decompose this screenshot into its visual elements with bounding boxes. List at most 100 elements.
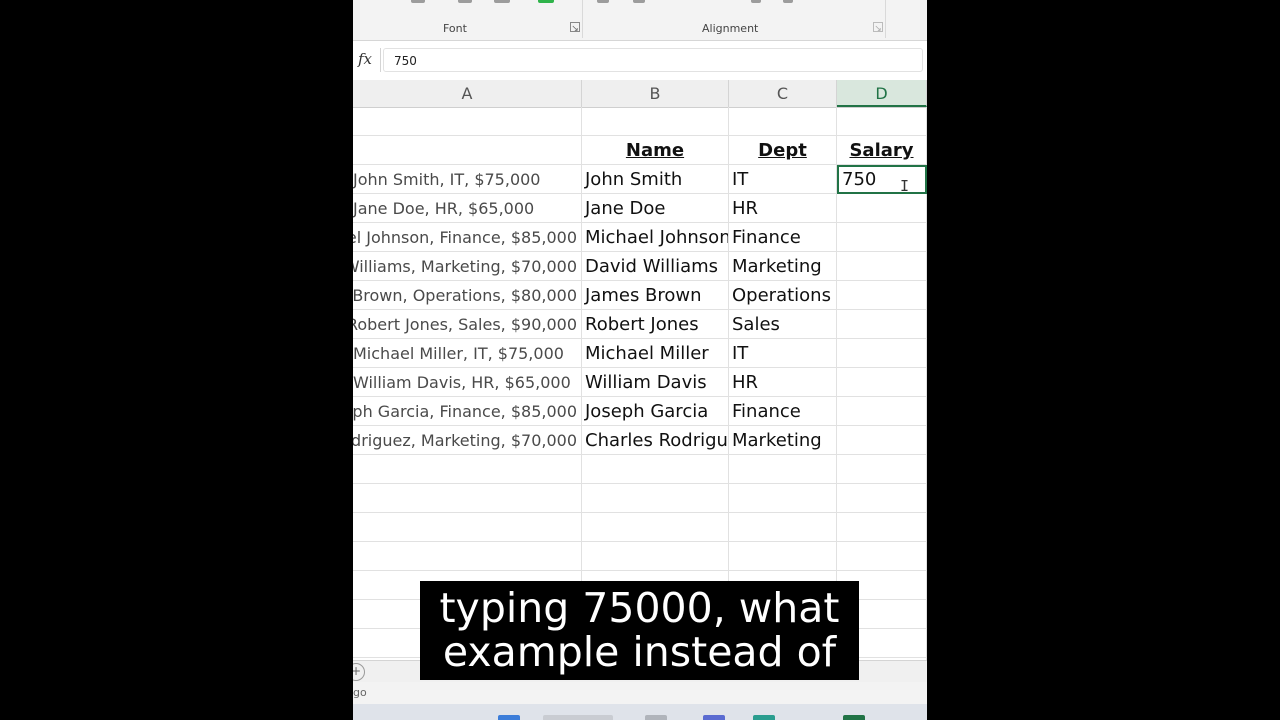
cell-c[interactable] [729,513,837,542]
text-cursor-icon: I [900,177,910,195]
plus-circle-icon[interactable]: + [353,663,365,681]
cell-d[interactable] [837,310,927,339]
column-header-c[interactable]: C [729,80,837,107]
cell-b[interactable]: Michael Johnson [582,223,729,252]
cell-b[interactable]: David Williams [582,252,729,281]
cell-d[interactable] [837,542,927,571]
table-row: Michael Miller, IT, $75,000 Michael Mille… [353,339,927,368]
cell-c[interactable]: Finance [729,397,837,426]
cell-d[interactable] [837,484,927,513]
header-cell-salary[interactable]: Salary [837,136,927,165]
cell-d[interactable] [837,426,927,455]
cell-c[interactable] [729,455,837,484]
ribbon-button-stub[interactable] [751,0,761,3]
cell-c[interactable] [729,542,837,571]
cell-d[interactable] [837,397,927,426]
cell-d[interactable] [837,194,927,223]
cell-text: William Davis, HR, $65,000 [353,373,571,392]
cell-a[interactable]: David Williams, Marketing, $70,000 [353,252,582,281]
ribbon-button-stub[interactable] [494,0,510,3]
cell-a[interactable] [353,542,582,571]
cell-a[interactable] [353,455,582,484]
cell[interactable] [582,107,729,136]
cell-text: Michael Johnson, Finance, $85,000 [353,228,577,247]
cell-b[interactable]: Jane Doe [582,194,729,223]
cell-a[interactable]: James Brown, Operations, $80,000 [353,281,582,310]
cell-d[interactable] [837,455,927,484]
cell-b[interactable]: Joseph Garcia [582,397,729,426]
cell-d[interactable] [837,513,927,542]
cell-c[interactable]: IT [729,165,837,194]
cell-a[interactable] [353,513,582,542]
taskbar-app-icon[interactable] [498,715,520,720]
cell-c[interactable]: HR [729,194,837,223]
cell-d[interactable] [837,368,927,397]
cell-c[interactable]: Marketing [729,252,837,281]
cell-c[interactable]: Finance [729,223,837,252]
cell-d[interactable] [837,339,927,368]
column-header-d[interactable]: D [837,80,927,107]
ribbon-button-stub[interactable] [597,0,609,3]
taskbar-app-icon[interactable] [703,715,725,720]
ribbon-button-stub[interactable] [783,0,793,3]
column-header-b[interactable]: B [582,80,729,107]
cell-b[interactable] [582,513,729,542]
cell-a[interactable]: William Davis, HR, $65,000 [353,368,582,397]
cell-a[interactable]: John Smith, IT, $75,000 [353,165,582,194]
taskbar-app-icon[interactable] [753,715,775,720]
cell-a[interactable]: Robert Jones, Sales, $90,000 [353,310,582,339]
cell-c[interactable]: Marketing [729,426,837,455]
table-row: Name Dept Salary [353,136,927,165]
header-cell-dept[interactable]: Dept [729,136,837,165]
column-headers: A B C D [353,80,927,108]
function-icon[interactable]: fx [358,50,372,68]
cell-b[interactable] [582,542,729,571]
formula-input[interactable]: 750 [383,48,923,72]
cell-b[interactable]: John Smith [582,165,729,194]
ribbon-button-stub[interactable] [458,0,472,3]
cell-a[interactable]: Jane Doe, HR, $65,000 [353,194,582,223]
font-group-label: Font [443,22,467,35]
status-text: go [353,686,367,699]
table-row [353,484,927,513]
header-cell-name[interactable]: Name [582,136,729,165]
ribbon-group-separator [582,0,583,38]
cell-c[interactable] [729,484,837,513]
cell[interactable] [353,107,582,136]
cell-b[interactable]: William Davis [582,368,729,397]
cell-c[interactable]: Operations [729,281,837,310]
taskbar-app-icon[interactable] [645,715,667,720]
cell-c[interactable]: HR [729,368,837,397]
cell-a[interactable]: Joseph Garcia, Finance, $85,000 [353,397,582,426]
cell-a[interactable]: Michael Miller, IT, $75,000 [353,339,582,368]
active-cell-d3[interactable]: 750 [837,165,927,194]
cell-c[interactable]: Sales [729,310,837,339]
cell-c[interactable]: IT [729,339,837,368]
cell-b[interactable]: Robert Jones [582,310,729,339]
cell[interactable] [837,107,927,136]
formula-bar: fx 750 [353,46,927,74]
fill-color-button[interactable] [538,0,554,3]
cell-b[interactable] [582,484,729,513]
cell-d[interactable] [837,281,927,310]
cell-b[interactable] [582,455,729,484]
cell-d[interactable] [837,252,927,281]
cell-b[interactable]: Charles Rodriguez [582,426,729,455]
table-row: Charles Rodriguez, Marketing, $70,000 Cha… [353,426,927,455]
dialog-launcher-icon[interactable]: ↘ [570,22,580,33]
taskbar-search-icon[interactable] [543,715,613,720]
cell-a[interactable] [353,484,582,513]
table-row [353,455,927,484]
cell-d[interactable] [837,223,927,252]
taskbar-excel-icon[interactable] [843,715,865,720]
ribbon-button-stub[interactable] [633,0,645,3]
cell[interactable] [729,107,837,136]
ribbon-button-stub[interactable] [411,0,425,3]
cell-a[interactable]: Charles Rodriguez, Marketing, $70,000 [353,426,582,455]
dialog-launcher-icon[interactable]: ↘ [873,22,883,33]
cell-b[interactable]: Michael Miller [582,339,729,368]
cell-a[interactable]: Michael Johnson, Finance, $85,000 [353,223,582,252]
cell[interactable] [353,136,582,165]
cell-b[interactable]: James Brown [582,281,729,310]
column-header-a[interactable]: A [353,80,582,107]
